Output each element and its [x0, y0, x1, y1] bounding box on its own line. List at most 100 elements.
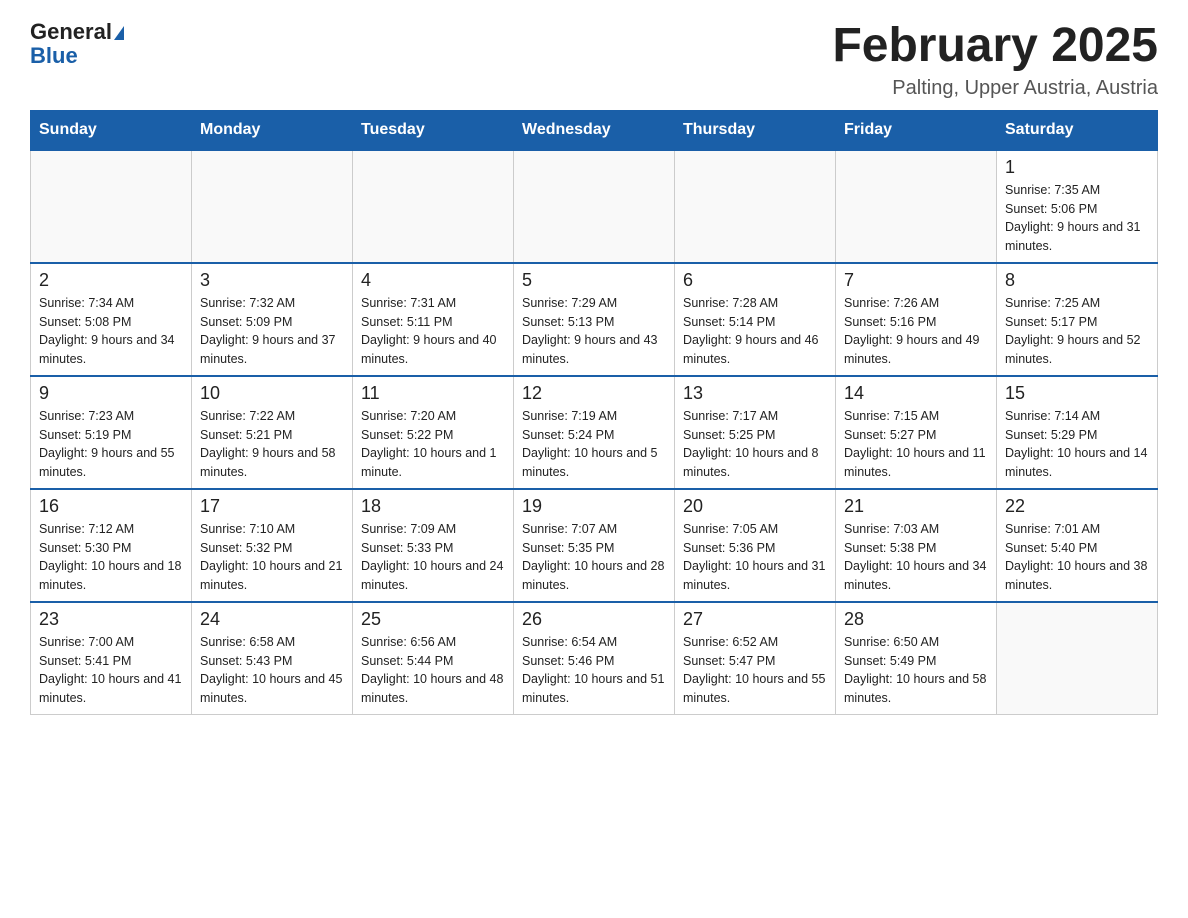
day-info: Sunrise: 7:32 AMSunset: 5:09 PMDaylight:…: [200, 294, 344, 369]
day-info: Sunrise: 7:19 AMSunset: 5:24 PMDaylight:…: [522, 407, 666, 482]
day-info: Sunrise: 7:29 AMSunset: 5:13 PMDaylight:…: [522, 294, 666, 369]
calendar-cell: [192, 150, 353, 263]
weekday-header-friday: Friday: [836, 110, 997, 150]
day-number: 16: [39, 496, 183, 517]
day-info: Sunrise: 7:01 AMSunset: 5:40 PMDaylight:…: [1005, 520, 1149, 595]
calendar-cell: 7 Sunrise: 7:26 AMSunset: 5:16 PMDaylight…: [836, 263, 997, 376]
weekday-header-thursday: Thursday: [675, 110, 836, 150]
calendar-cell: 6 Sunrise: 7:28 AMSunset: 5:14 PMDaylight…: [675, 263, 836, 376]
day-number: 11: [361, 383, 505, 404]
day-info: Sunrise: 7:28 AMSunset: 5:14 PMDaylight:…: [683, 294, 827, 369]
calendar-cell: [675, 150, 836, 263]
day-number: 5: [522, 270, 666, 291]
day-info: Sunrise: 7:15 AMSunset: 5:27 PMDaylight:…: [844, 407, 988, 482]
day-number: 18: [361, 496, 505, 517]
day-number: 10: [200, 383, 344, 404]
day-info: Sunrise: 7:22 AMSunset: 5:21 PMDaylight:…: [200, 407, 344, 482]
calendar-week-5: 23 Sunrise: 7:00 AMSunset: 5:41 PMDayligh…: [31, 602, 1158, 715]
day-number: 23: [39, 609, 183, 630]
day-number: 26: [522, 609, 666, 630]
logo-general-text: General: [30, 19, 112, 44]
calendar-cell: 26 Sunrise: 6:54 AMSunset: 5:46 PMDayligh…: [514, 602, 675, 715]
day-number: 7: [844, 270, 988, 291]
day-info: Sunrise: 7:00 AMSunset: 5:41 PMDaylight:…: [39, 633, 183, 708]
day-number: 28: [844, 609, 988, 630]
day-number: 14: [844, 383, 988, 404]
calendar-cell: 21 Sunrise: 7:03 AMSunset: 5:38 PMDayligh…: [836, 489, 997, 602]
day-number: 22: [1005, 496, 1149, 517]
calendar-week-1: 1 Sunrise: 7:35 AMSunset: 5:06 PMDaylight…: [31, 150, 1158, 263]
day-number: 19: [522, 496, 666, 517]
day-info: Sunrise: 6:58 AMSunset: 5:43 PMDaylight:…: [200, 633, 344, 708]
calendar-cell: 11 Sunrise: 7:20 AMSunset: 5:22 PMDayligh…: [353, 376, 514, 489]
calendar-cell: [353, 150, 514, 263]
calendar-cell: 22 Sunrise: 7:01 AMSunset: 5:40 PMDayligh…: [997, 489, 1158, 602]
title-block: February 2025 Palting, Upper Austria, Au…: [832, 20, 1158, 100]
calendar-cell: 10 Sunrise: 7:22 AMSunset: 5:21 PMDayligh…: [192, 376, 353, 489]
calendar-cell: 15 Sunrise: 7:14 AMSunset: 5:29 PMDayligh…: [997, 376, 1158, 489]
day-number: 9: [39, 383, 183, 404]
day-number: 1: [1005, 157, 1149, 178]
calendar-cell: 9 Sunrise: 7:23 AMSunset: 5:19 PMDaylight…: [31, 376, 192, 489]
calendar-body: 1 Sunrise: 7:35 AMSunset: 5:06 PMDaylight…: [31, 150, 1158, 715]
calendar-cell: 27Sunrise: 6:52 AMSunset: 5:47 PMDayligh…: [675, 602, 836, 715]
day-info: Sunrise: 7:34 AMSunset: 5:08 PMDaylight:…: [39, 294, 183, 369]
calendar-week-2: 2Sunrise: 7:34 AMSunset: 5:08 PMDaylight…: [31, 263, 1158, 376]
day-info: Sunrise: 7:23 AMSunset: 5:19 PMDaylight:…: [39, 407, 183, 482]
day-info: Sunrise: 7:09 AMSunset: 5:33 PMDaylight:…: [361, 520, 505, 595]
day-number: 17: [200, 496, 344, 517]
day-info: Sunrise: 6:50 AMSunset: 5:49 PMDaylight:…: [844, 633, 988, 708]
day-number: 4: [361, 270, 505, 291]
day-info: Sunrise: 7:17 AMSunset: 5:25 PMDaylight:…: [683, 407, 827, 482]
day-number: 15: [1005, 383, 1149, 404]
day-number: 6: [683, 270, 827, 291]
logo-triangle-icon: [114, 26, 124, 40]
page-title: February 2025: [832, 20, 1158, 73]
day-info: Sunrise: 7:07 AMSunset: 5:35 PMDaylight:…: [522, 520, 666, 595]
day-info: Sunrise: 7:26 AMSunset: 5:16 PMDaylight:…: [844, 294, 988, 369]
day-info: Sunrise: 7:31 AMSunset: 5:11 PMDaylight:…: [361, 294, 505, 369]
calendar-cell: 20Sunrise: 7:05 AMSunset: 5:36 PMDayligh…: [675, 489, 836, 602]
day-info: Sunrise: 7:10 AMSunset: 5:32 PMDaylight:…: [200, 520, 344, 595]
logo-blue-text: Blue: [30, 43, 78, 68]
day-info: Sunrise: 7:20 AMSunset: 5:22 PMDaylight:…: [361, 407, 505, 482]
calendar-cell: [997, 602, 1158, 715]
calendar-cell: 2Sunrise: 7:34 AMSunset: 5:08 PMDaylight…: [31, 263, 192, 376]
calendar-cell: 24 Sunrise: 6:58 AMSunset: 5:43 PMDayligh…: [192, 602, 353, 715]
day-info: Sunrise: 7:25 AMSunset: 5:17 PMDaylight:…: [1005, 294, 1149, 369]
weekday-header-wednesday: Wednesday: [514, 110, 675, 150]
day-number: 21: [844, 496, 988, 517]
calendar-week-3: 9 Sunrise: 7:23 AMSunset: 5:19 PMDaylight…: [31, 376, 1158, 489]
day-info: Sunrise: 6:54 AMSunset: 5:46 PMDaylight:…: [522, 633, 666, 708]
logo: General Blue: [30, 20, 124, 68]
calendar-cell: 25 Sunrise: 6:56 AMSunset: 5:44 PMDayligh…: [353, 602, 514, 715]
calendar-cell: [514, 150, 675, 263]
calendar-header: SundayMondayTuesdayWednesdayThursdayFrid…: [31, 110, 1158, 150]
calendar-cell: 28 Sunrise: 6:50 AMSunset: 5:49 PMDayligh…: [836, 602, 997, 715]
calendar-cell: 4 Sunrise: 7:31 AMSunset: 5:11 PMDaylight…: [353, 263, 514, 376]
calendar-cell: [31, 150, 192, 263]
calendar-cell: 16Sunrise: 7:12 AMSunset: 5:30 PMDayligh…: [31, 489, 192, 602]
day-number: 24: [200, 609, 344, 630]
day-info: Sunrise: 7:03 AMSunset: 5:38 PMDaylight:…: [844, 520, 988, 595]
day-info: Sunrise: 7:14 AMSunset: 5:29 PMDaylight:…: [1005, 407, 1149, 482]
weekday-header-row: SundayMondayTuesdayWednesdayThursdayFrid…: [31, 110, 1158, 150]
weekday-header-saturday: Saturday: [997, 110, 1158, 150]
day-info: Sunrise: 7:05 AMSunset: 5:36 PMDaylight:…: [683, 520, 827, 595]
calendar-cell: 8Sunrise: 7:25 AMSunset: 5:17 PMDaylight…: [997, 263, 1158, 376]
calendar-week-4: 16Sunrise: 7:12 AMSunset: 5:30 PMDayligh…: [31, 489, 1158, 602]
day-number: 13: [683, 383, 827, 404]
weekday-header-sunday: Sunday: [31, 110, 192, 150]
calendar-cell: 23 Sunrise: 7:00 AMSunset: 5:41 PMDayligh…: [31, 602, 192, 715]
day-info: Sunrise: 6:56 AMSunset: 5:44 PMDaylight:…: [361, 633, 505, 708]
page-header: General Blue February 2025 Palting, Uppe…: [30, 20, 1158, 100]
day-info: Sunrise: 7:35 AMSunset: 5:06 PMDaylight:…: [1005, 181, 1149, 256]
day-number: 3: [200, 270, 344, 291]
day-number: 25: [361, 609, 505, 630]
calendar-cell: 14 Sunrise: 7:15 AMSunset: 5:27 PMDayligh…: [836, 376, 997, 489]
day-number: 27: [683, 609, 827, 630]
calendar-cell: 13 Sunrise: 7:17 AMSunset: 5:25 PMDayligh…: [675, 376, 836, 489]
page-subtitle: Palting, Upper Austria, Austria: [832, 77, 1158, 100]
weekday-header-monday: Monday: [192, 110, 353, 150]
calendar-cell: 5 Sunrise: 7:29 AMSunset: 5:13 PMDaylight…: [514, 263, 675, 376]
